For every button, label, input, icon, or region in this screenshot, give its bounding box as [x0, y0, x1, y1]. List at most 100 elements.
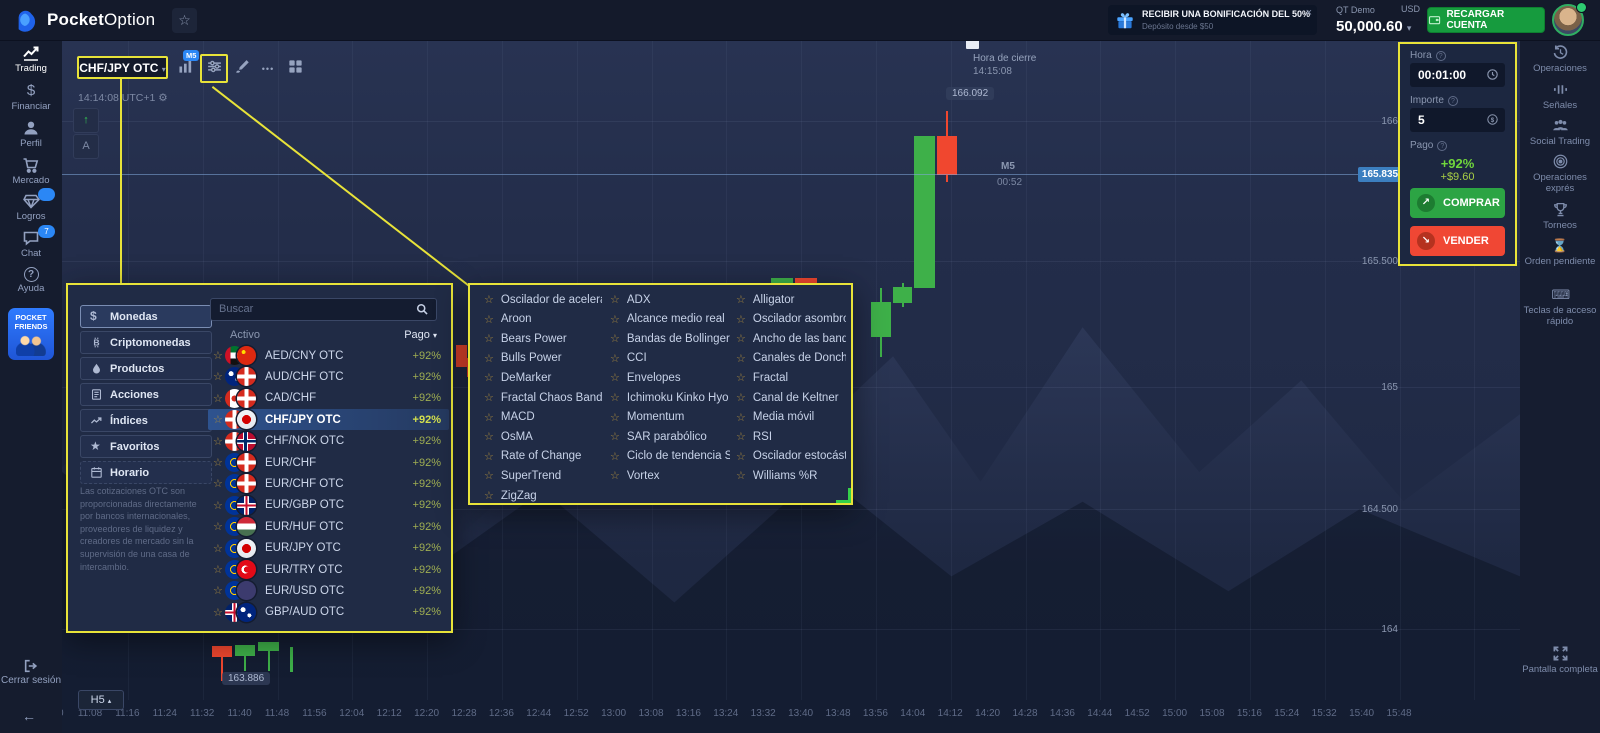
asset-row[interactable]: ☆GBP/AUD OTC+92% [208, 602, 449, 623]
help-icon[interactable]: ? [1437, 141, 1447, 151]
amount-input[interactable]: 5 $ [1410, 108, 1505, 132]
sidebar-item-chat[interactable]: Chat7 [0, 229, 62, 259]
favorite-star-icon[interactable]: ☆ [610, 332, 620, 345]
favorite-star-icon[interactable]: ☆ [736, 391, 746, 404]
indicator-item[interactable]: ☆Oscilador de aceleració [484, 293, 602, 306]
asset-row[interactable]: ☆CHF/NOK OTC+92% [208, 431, 449, 452]
indicator-item[interactable]: ☆DeMarker [484, 371, 602, 384]
favorite-star-icon[interactable]: ☆ [610, 391, 620, 404]
tab-acciones[interactable]: Acciones [80, 383, 212, 406]
favorite-star-icon[interactable]: ☆ [736, 411, 746, 424]
favorite-star-icon[interactable]: ☆ [213, 563, 225, 576]
favorite-star-icon[interactable]: ☆ [484, 352, 494, 365]
help-icon[interactable]: ? [1436, 51, 1446, 61]
asset-row[interactable]: ☆CHF/JPY OTC+92% [208, 409, 449, 430]
favorite-star-icon[interactable]: ☆ [610, 313, 620, 326]
logout-button[interactable]: Cerrar sesión [0, 658, 62, 686]
sidebar-item-perfil[interactable]: Perfil [0, 119, 62, 149]
favorite-star-icon[interactable]: ☆ [484, 411, 494, 424]
asset-row[interactable]: ☆AED/CNY OTC+92% [208, 345, 449, 366]
asset-row[interactable]: ☆EUR/USD OTC+92% [208, 580, 449, 601]
favorite-star-icon[interactable]: ☆ [484, 371, 494, 384]
favorite-star-icon[interactable]: ☆ [484, 469, 494, 482]
favorite-star-icon[interactable]: ☆ [736, 313, 746, 326]
favorite-star-icon[interactable]: ☆ [736, 293, 746, 306]
indicator-item[interactable]: ☆Ichimoku Kinko Hyo [610, 391, 730, 404]
indicator-item[interactable]: ☆Canales de Donchian [736, 352, 846, 365]
favorite-star-icon[interactable]: ☆ [213, 606, 225, 619]
favorite-star-icon[interactable]: ☆ [736, 450, 746, 463]
favorite-star-icon[interactable]: ☆ [213, 520, 225, 533]
asset-row[interactable]: ☆EUR/CHF OTC+92% [208, 473, 449, 494]
time-input[interactable]: 00:01:00 [1410, 63, 1505, 87]
sidebar-item-se-ales[interactable]: Señales [1522, 81, 1598, 111]
help-icon[interactable]: ? [1448, 96, 1458, 106]
indicator-item[interactable]: ☆Alcance medio real [610, 313, 730, 326]
gear-icon[interactable]: ⚙ [158, 92, 169, 104]
sidebar-item-mercado[interactable]: Mercado [0, 156, 62, 186]
indicator-item[interactable]: ☆ZigZag [484, 489, 602, 502]
symbol-dropdown[interactable]: CHF/JPY OTC ▾ [77, 56, 168, 79]
favorite-star-icon[interactable]: ☆ [213, 370, 225, 383]
tab-horario[interactable]: Horario [80, 461, 212, 484]
indicator-item[interactable]: ☆Media móvil [736, 411, 846, 424]
recharge-account-button[interactable]: RECARGAR CUENTA [1427, 7, 1545, 33]
indicator-item[interactable]: ☆Canal de Keltner [736, 391, 846, 404]
favorite-star-icon[interactable]: ☆ [213, 349, 225, 362]
asset-row[interactable]: ☆EUR/TRY OTC+92% [208, 559, 449, 580]
indicator-item[interactable]: ☆SAR parabólico [610, 430, 730, 443]
sidebar-item-trading[interactable]: Trading [0, 44, 62, 74]
favorite-star-icon[interactable]: ☆ [610, 293, 620, 306]
indicator-item[interactable]: ☆Rate of Change [484, 450, 602, 463]
sell-button[interactable]: ↘VENDER [1410, 226, 1505, 256]
tab-productos[interactable]: Productos [80, 357, 212, 380]
asset-row[interactable]: ☆CAD/CHF+92% [208, 388, 449, 409]
sidebar-item-operaciones[interactable]: Operaciones [1522, 44, 1598, 74]
tab-monedas[interactable]: $Monedas [80, 305, 212, 328]
indicator-item[interactable]: ☆Oscilador estocástico [736, 450, 846, 463]
sidebar-item-logros[interactable]: Logros [0, 192, 62, 222]
indicator-item[interactable]: ☆Envelopes [610, 371, 730, 384]
asset-row[interactable]: ☆EUR/HUF OTC+92% [208, 516, 449, 537]
favorite-star-icon[interactable]: ☆ [484, 450, 494, 463]
indicator-item[interactable]: ☆SuperTrend [484, 469, 602, 482]
favorite-star-icon[interactable]: ☆ [484, 313, 494, 326]
favorite-star-button[interactable]: ☆ [172, 8, 197, 33]
indicator-item[interactable]: ☆Ciclo de tendencia Scha [610, 450, 730, 463]
indicator-item[interactable]: ☆Williams %R [736, 469, 846, 482]
sidebar-item-financiar[interactable]: $Financiar [0, 82, 62, 112]
favorite-star-icon[interactable]: ☆ [736, 332, 746, 345]
toolbar-dots-icon[interactable]: ••• [256, 58, 280, 80]
indicator-item[interactable]: ☆Oscilador asombroso [736, 313, 846, 326]
favorite-star-icon[interactable]: ☆ [736, 371, 746, 384]
indicator-item[interactable]: ☆MACD [484, 411, 602, 424]
auto-scale-button[interactable]: A [73, 134, 99, 159]
favorite-star-icon[interactable]: ☆ [610, 469, 620, 482]
favorite-star-icon[interactable]: ☆ [213, 477, 225, 490]
asset-row[interactable]: ☆EUR/JPY OTC+92% [208, 538, 449, 559]
favorite-star-icon[interactable]: ☆ [610, 430, 620, 443]
favorite-star-icon[interactable]: ☆ [213, 435, 225, 448]
promo-close-icon[interactable]: × [1306, 7, 1312, 19]
favorite-star-icon[interactable]: ☆ [213, 584, 225, 597]
asset-row[interactable]: ☆EUR/CHF+92% [208, 452, 449, 473]
indicator-item[interactable]: ☆RSI [736, 430, 846, 443]
favorite-star-icon[interactable]: ☆ [736, 430, 746, 443]
indicator-item[interactable]: ☆Bandas de Bollinger [610, 332, 730, 345]
sidebar-item-torneos[interactable]: Torneos [1522, 201, 1598, 231]
asset-row[interactable]: ☆AUD/CHF OTC+92% [208, 366, 449, 387]
favorite-star-icon[interactable]: ☆ [213, 499, 225, 512]
tab-favoritos[interactable]: ★Favoritos [80, 435, 212, 458]
favorite-star-icon[interactable]: ☆ [484, 391, 494, 404]
indicator-item[interactable]: ☆Momentum [610, 411, 730, 424]
indicator-item[interactable]: ☆Fractal Chaos Bands [484, 391, 602, 404]
toolbar-sliders-icon[interactable] [202, 58, 226, 80]
toolbar-grid-icon[interactable] [283, 58, 307, 80]
favorite-star-icon[interactable]: ☆ [484, 332, 494, 345]
favorite-star-icon[interactable]: ☆ [484, 430, 494, 443]
indicator-item[interactable]: ☆Vortex [610, 469, 730, 482]
sidebar-item-teclas-de-acceso-r-pido[interactable]: ⌨Teclas de acceso rápido [1522, 286, 1598, 328]
collapse-sidebar-arrow-icon[interactable]: ← [22, 708, 36, 724]
promo-banner[interactable]: RECIBIR UNA BONIFICACIÓN DEL 50% Depósit… [1108, 5, 1317, 35]
pocket-friends-tile[interactable]: POCKETFRIENDS [8, 308, 54, 360]
